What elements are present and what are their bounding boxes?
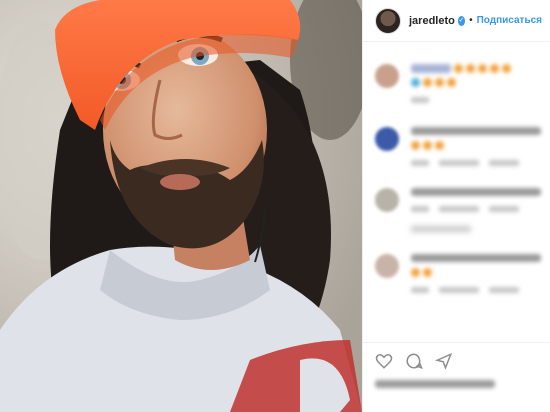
divider [363, 342, 550, 343]
commenter-avatar[interactable] [375, 64, 399, 88]
post-actions [375, 352, 453, 370]
comment-text [411, 188, 542, 232]
comment-text [411, 127, 542, 166]
comments-list [363, 64, 550, 293]
heart-icon[interactable] [375, 352, 393, 370]
avatar[interactable] [375, 7, 401, 34]
comment-text [411, 254, 542, 293]
share-icon[interactable] [435, 352, 453, 370]
list-item [375, 188, 542, 232]
post-photo [0, 0, 362, 412]
comment-icon[interactable] [405, 352, 423, 370]
list-item [375, 254, 542, 293]
commenter-avatar[interactable] [375, 188, 399, 212]
username-link[interactable]: jaredleto [409, 15, 455, 27]
commenter-avatar[interactable] [375, 127, 399, 151]
list-item [375, 64, 542, 103]
post-header: jaredleto ✓ • Подписаться [363, 0, 550, 42]
comment-text [411, 64, 542, 103]
verified-badge-icon: ✓ [457, 15, 466, 26]
follow-button[interactable]: Подписаться [477, 15, 542, 26]
separator-dot: • [469, 15, 473, 26]
commenter-avatar[interactable] [375, 254, 399, 278]
post-sidebar: jaredleto ✓ • Подписаться [362, 0, 550, 412]
list-item [375, 127, 542, 166]
portrait-image [0, 0, 362, 412]
likes-count[interactable] [375, 380, 495, 388]
